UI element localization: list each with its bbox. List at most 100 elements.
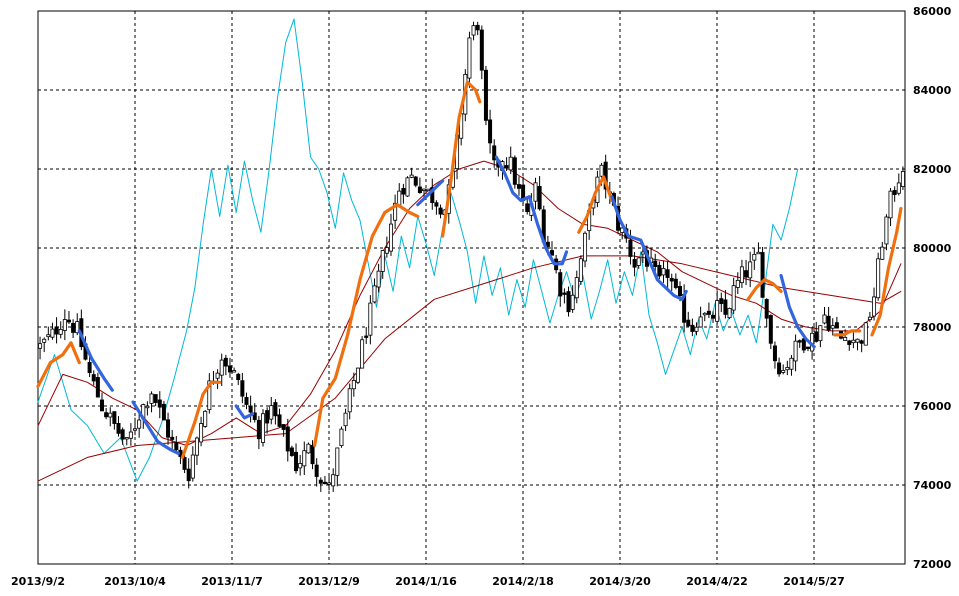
- candle-body-163: [711, 314, 716, 319]
- candle-body-83: [380, 250, 385, 272]
- candle-body-47: [232, 370, 237, 373]
- candle-body-36: [186, 468, 191, 482]
- candle-body-157: [686, 319, 691, 327]
- candle-body-64: [302, 450, 307, 467]
- candle-body-193: [834, 322, 839, 329]
- candle-body-66: [310, 445, 315, 465]
- candle-body-184: [797, 340, 802, 343]
- candle-body-54: [261, 413, 266, 443]
- candle-body-5: [58, 329, 63, 335]
- candle-body-94: [426, 188, 431, 192]
- candle-body-76: [351, 380, 356, 390]
- candle-body-126: [558, 272, 563, 297]
- candle-body-28: [153, 394, 158, 403]
- candle-body-85: [388, 223, 393, 252]
- candle-body-44: [219, 359, 224, 376]
- candle-body-69: [322, 481, 327, 485]
- candle-body-207: [892, 190, 897, 195]
- candle-body-183: [793, 340, 798, 362]
- candle-body-79: [364, 335, 369, 338]
- y-tick-label-3: 78000: [913, 321, 952, 334]
- candle-body-152: [665, 269, 670, 278]
- candle-body-164: [715, 300, 720, 322]
- candle-body-60: [285, 426, 290, 452]
- chart-root: 72000 74000 76000 78000 80000 82000 84000 86000…: [0, 0, 959, 592]
- candle-body-82: [376, 270, 381, 288]
- candle-body-70: [327, 482, 332, 485]
- candle-body-90: [409, 174, 414, 178]
- candle-body-172: [748, 261, 753, 279]
- x-tick-label-0: 2013/9/2: [11, 575, 65, 588]
- candle-body-120: [533, 182, 538, 202]
- x-tick-label-4: 2014/1/16: [395, 575, 457, 588]
- candle-body-167: [727, 308, 732, 319]
- candle-body-195: [843, 337, 848, 341]
- candle-body-104: [467, 37, 472, 79]
- candle-body-71: [331, 474, 336, 487]
- candle-body-166: [723, 299, 728, 315]
- candle-body-189: [818, 325, 823, 342]
- y-tick-label-2: 76000: [913, 400, 952, 413]
- candle-body-146: [640, 251, 645, 255]
- candle-body-204: [880, 246, 885, 260]
- candle-body-197: [851, 339, 856, 344]
- candle-body-68: [318, 479, 323, 484]
- candle-body-23: [133, 428, 138, 431]
- candle-body-108: [483, 69, 488, 121]
- candle-body-180: [781, 370, 786, 373]
- candle-body-130: [574, 277, 579, 299]
- candle-body-144: [632, 259, 637, 268]
- candle-body-115: [512, 157, 517, 185]
- candle-body-181: [785, 367, 790, 371]
- candle-body-73: [339, 428, 344, 446]
- candle-body-159: [694, 326, 699, 332]
- candle-body-182: [789, 357, 794, 370]
- candle-body-128: [566, 291, 571, 313]
- candle-body-74: [343, 412, 348, 427]
- candle-body-81: [372, 285, 377, 303]
- candle-body-175: [760, 252, 765, 298]
- candle-body-43: [215, 372, 220, 379]
- candle-body-57: [273, 402, 278, 417]
- candle-body-65: [306, 443, 311, 454]
- y-axis-tick-labels: 72000 74000 76000 78000 80000 82000 84000 86000: [913, 5, 952, 571]
- x-tick-label-7: 2014/4/22: [686, 575, 748, 588]
- candle-body-143: [628, 239, 633, 257]
- candle-body-209: [900, 171, 905, 187]
- y-tick-label-5: 82000: [913, 163, 952, 176]
- candle-body-27: [149, 393, 154, 404]
- candle-body-16: [104, 412, 109, 418]
- candle-body-131: [578, 258, 583, 282]
- x-tick-label-5: 2014/2/18: [492, 575, 554, 588]
- x-tick-label-6: 2014/3/20: [589, 575, 651, 588]
- candle-body-129: [570, 294, 575, 310]
- candle-body-4: [54, 326, 59, 335]
- candle-body-40: [203, 410, 208, 427]
- candle-body-46: [227, 365, 232, 373]
- candle-body-179: [777, 362, 782, 375]
- candle-body-39: [199, 423, 204, 443]
- candle-body-202: [872, 296, 877, 317]
- candle-body-136: [599, 164, 604, 177]
- candle-body-206: [888, 190, 893, 219]
- candle-body-203: [876, 258, 881, 299]
- candle-body-121: [537, 186, 542, 210]
- candle-body-169: [735, 279, 740, 288]
- candle-body-80: [368, 302, 373, 336]
- candle-body-161: [702, 312, 707, 316]
- x-tick-label-1: 2013/10/4: [104, 575, 166, 588]
- candle-body-15: [99, 399, 104, 412]
- candle-body-22: [128, 431, 133, 439]
- candle-body-107: [479, 29, 484, 71]
- candle-body-75: [347, 388, 352, 413]
- candle-body-198: [855, 338, 860, 343]
- candle-body-106: [475, 24, 480, 31]
- candle-body-93: [422, 188, 427, 191]
- candle-body-199: [859, 340, 864, 344]
- candle-body-2: [46, 334, 51, 338]
- candle-body-0: [38, 343, 43, 349]
- candle-body-56: [269, 405, 274, 420]
- candle-body-58: [277, 414, 282, 427]
- candle-body-162: [706, 310, 711, 315]
- candle-body-118: [525, 203, 530, 213]
